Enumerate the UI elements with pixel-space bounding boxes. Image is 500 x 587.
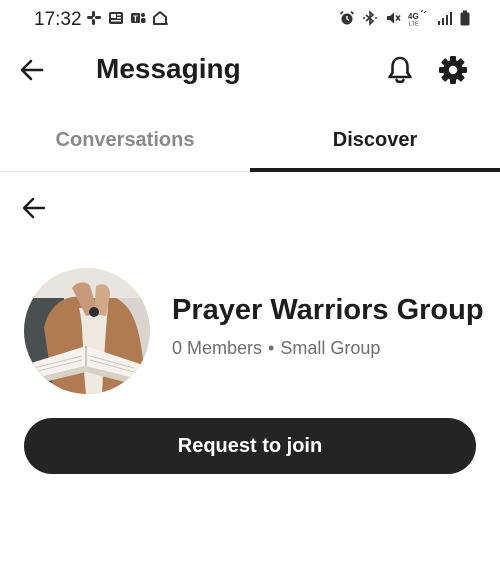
group-meta: 0 Members • Small Group [172,338,380,359]
status-system-icons: 4G LTE [339,9,470,28]
lte-signal-icon: 4G LTE [408,9,430,28]
svg-text:T: T [133,15,138,24]
home-icon [152,10,168,26]
tab-conversations[interactable]: Conversations [0,112,250,172]
group-name: Prayer Warriors Group [172,294,484,326]
tab-discover[interactable]: Discover [250,112,500,172]
cell-signal-icon [437,10,453,26]
slack-icon [86,10,102,26]
page-title: Messaging [96,53,241,84]
gear-icon[interactable] [438,55,468,85]
status-time: 17:32 [34,9,82,30]
svg-text:LTE: LTE [409,22,419,27]
meta-separator: • [268,338,275,358]
svg-text:4G: 4G [408,12,419,21]
group-type: Small Group [280,338,381,358]
messaging-tabs: Conversations Discover [0,112,500,172]
bell-icon[interactable] [386,55,414,85]
group-photo-avatar [24,268,150,394]
alarm-icon [339,10,355,26]
status-notification-icons: T [86,10,168,26]
group-member-count: 0 Members [172,338,263,358]
active-tab-indicator [250,168,500,172]
battery-icon [460,10,470,26]
discover-back-arrow-icon[interactable] [20,194,48,222]
teams-icon: T [130,10,146,26]
news-icon [108,10,124,26]
status-bar: 17:32 T 4G LTE [0,0,500,40]
request-to-join-button[interactable]: Request to join [24,418,476,474]
bluetooth-icon [362,10,378,26]
app-header: Messaging [0,40,500,102]
back-arrow-icon[interactable] [18,56,46,84]
mute-icon [385,10,401,26]
